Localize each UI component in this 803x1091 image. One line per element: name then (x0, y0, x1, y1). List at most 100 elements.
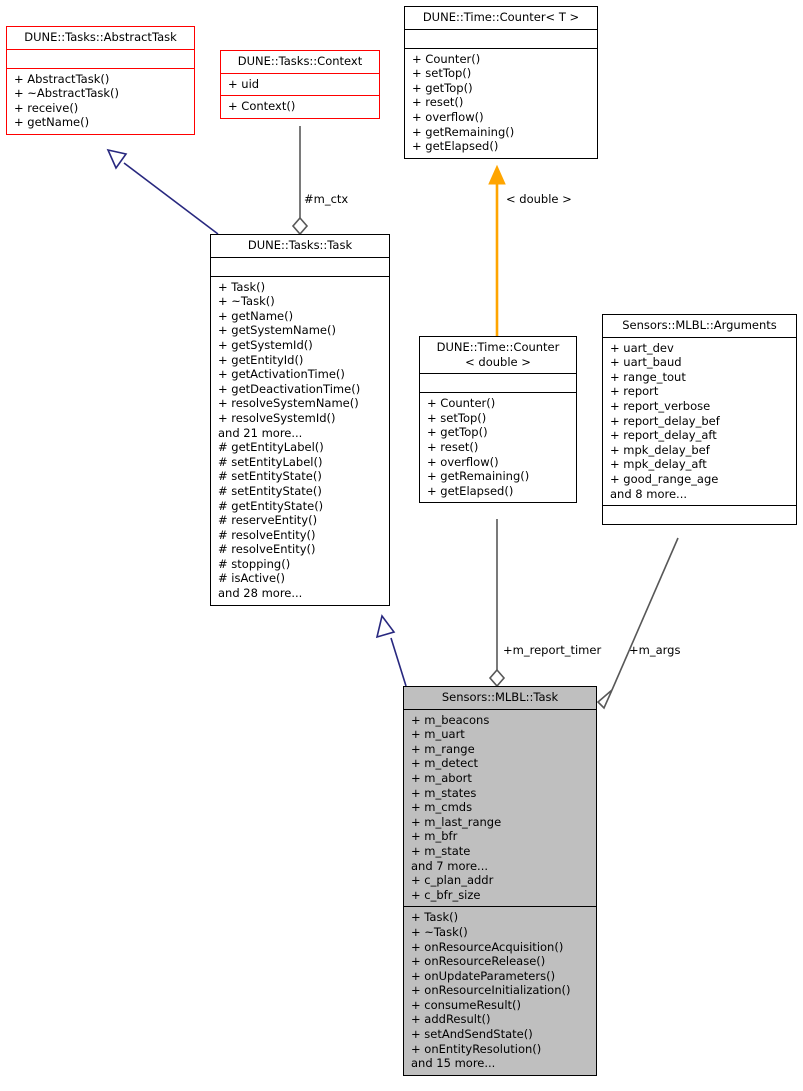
class-operations-context: + Context() (221, 96, 379, 118)
class-member: + m_cmds (411, 800, 473, 815)
class-box-abstract-task[interactable]: DUNE::Tasks::AbstractTask + AbstractTask… (6, 26, 195, 135)
class-member: + good_range_age (610, 471, 719, 486)
class-member: + onResourceAcquisition() (411, 939, 564, 954)
edge-label-m-args: +m_args (629, 643, 681, 657)
class-member: + m_states (411, 785, 477, 800)
class-title-mlbl-arguments: Sensors::MLBL::Arguments (622, 318, 777, 332)
class-member: + uid (228, 76, 260, 91)
class-member: # getEntityState() (218, 498, 324, 513)
class-member: + c_bfr_size (411, 887, 481, 902)
class-member: + overflow() (412, 109, 484, 124)
aggregation-edge-m-report-timer (488, 519, 506, 688)
class-member: + getSystemName() (218, 323, 336, 338)
class-member: # setEntityState() (218, 483, 322, 498)
class-member: + Task() (218, 279, 266, 294)
class-box-mlbl-task[interactable]: Sensors::MLBL::Task + m_beacons + m_uart… (403, 686, 597, 1076)
class-member: # getEntityLabel() (218, 440, 324, 455)
class-member: + getName() (14, 115, 90, 130)
class-member: + c_plan_addr (411, 873, 494, 888)
class-member: + mpk_delay_bef (610, 442, 710, 457)
class-member: + setAndSendState() (411, 1027, 533, 1042)
class-box-context[interactable]: DUNE::Tasks::Context + uid + Context() (220, 50, 380, 119)
class-member: + setTop() (412, 66, 472, 81)
class-member: + getDeactivationTime() (218, 381, 361, 396)
class-operations-tasks-task: + Task() + ~Task() + getName() + getSyst… (211, 277, 389, 605)
class-attributes-mlbl-task: + m_beacons + m_uart + m_range + m_detec… (404, 710, 596, 907)
class-member: + ~AbstractTask() (14, 86, 119, 101)
class-member: + uart_baud (610, 355, 682, 370)
class-attributes-counter-t (405, 30, 597, 48)
class-member: + m_detect (411, 756, 479, 771)
class-member: + m_uart (411, 727, 465, 742)
class-operations-abstract-task: + AbstractTask() + ~AbstractTask() + rec… (7, 69, 194, 134)
class-member: + onUpdateParameters() (411, 968, 556, 983)
class-title-abstract-task: DUNE::Tasks::AbstractTask (24, 30, 177, 44)
class-member: + onResourceRelease() (411, 954, 546, 969)
class-member: # reserveEntity() (218, 513, 318, 528)
class-member: + addResult() (411, 1012, 491, 1027)
aggregation-edge-m-args (596, 537, 679, 710)
class-member: + AbstractTask() (14, 71, 110, 86)
class-member: + getRemaining() (412, 124, 515, 139)
class-member: + resolveSystemName() (218, 396, 359, 411)
uml-class-diagram: DUNE::Tasks::AbstractTask + AbstractTask… (0, 0, 803, 1091)
class-member: + Counter() (412, 51, 481, 66)
class-title-tasks-task: DUNE::Tasks::Task (247, 238, 353, 252)
class-member: + receive() (14, 100, 79, 115)
class-member: + Context() (228, 99, 296, 114)
class-member: # setEntityState() (218, 469, 322, 484)
class-member: + ~Task() (411, 924, 468, 939)
class-operations-counter-double: + Counter() + setTop() + getTop() + rese… (420, 393, 576, 502)
aggregation-edge-m-ctx (291, 126, 309, 236)
class-member: + m_last_range (411, 814, 502, 829)
class-member: # setEntityLabel() (218, 454, 323, 469)
class-member: + resolveSystemId() (218, 410, 336, 425)
class-box-counter-double[interactable]: DUNE::Time::Counter < double > + Counter… (419, 336, 577, 504)
class-member: + setTop() (427, 410, 487, 425)
inheritance-edge-mlbltask-task (375, 614, 407, 687)
class-member: + uart_dev (610, 340, 674, 355)
class-member: + getEntityId() (218, 352, 304, 367)
class-member: and 21 more... (218, 425, 303, 440)
class-member: + consumeResult() (411, 997, 522, 1012)
class-member: + Task() (411, 910, 459, 925)
class-box-mlbl-arguments[interactable]: Sensors::MLBL::Arguments + uart_dev + ua… (602, 314, 797, 526)
class-member: + reset() (412, 95, 464, 110)
class-title-mlbl-task: Sensors::MLBL::Task (441, 690, 559, 704)
class-box-counter-t[interactable]: DUNE::Time::Counter< T > + Counter() + s… (404, 6, 598, 159)
class-member: and 28 more... (218, 586, 303, 601)
class-box-tasks-task[interactable]: DUNE::Tasks::Task + Task() + ~Task() + g… (210, 234, 390, 606)
class-member: # isActive() (218, 571, 286, 586)
class-title-counter-t: DUNE::Time::Counter< T > (422, 10, 580, 24)
class-member: + range_tout (610, 369, 686, 384)
class-member: and 7 more... (411, 858, 489, 873)
class-member: + getTop() (412, 80, 473, 95)
class-member: + onEntityResolution() (411, 1041, 542, 1056)
class-attributes-counter-double (420, 374, 576, 392)
class-attributes-abstract-task (7, 50, 194, 68)
class-member: # resolveEntity() (218, 542, 316, 557)
class-operations-counter-t: + Counter() + setTop() + getTop() + rese… (405, 49, 597, 158)
class-title-context: DUNE::Tasks::Context (237, 54, 363, 68)
relationship-edges (106, 126, 679, 710)
class-attributes-mlbl-arguments: + uart_dev + uart_baud + range_tout + re… (603, 338, 796, 506)
class-member: + report (610, 384, 659, 399)
class-member: + getRemaining() (427, 469, 530, 484)
class-member: + ~Task() (218, 294, 275, 309)
class-member: + getElapsed() (412, 139, 499, 154)
class-member: + Counter() (427, 396, 496, 411)
class-member: + getActivationTime() (218, 367, 345, 382)
class-member: + m_range (411, 741, 475, 756)
class-member: and 15 more... (411, 1056, 496, 1071)
class-member: + getTop() (427, 425, 488, 440)
class-member: + report_delay_aft (610, 428, 717, 443)
class-operations-mlbl-arguments (603, 506, 796, 524)
class-operations-mlbl-task: + Task() + ~Task() + onResourceAcquisiti… (404, 907, 596, 1075)
class-member: + overflow() (427, 454, 499, 469)
class-member: + getSystemId() (218, 337, 313, 352)
class-member: + m_state (411, 843, 471, 858)
class-attributes-tasks-task (211, 258, 389, 276)
class-member: # resolveEntity() (218, 527, 316, 542)
class-member: # stopping() (218, 556, 291, 571)
edge-label-m-report-timer: +m_report_timer (503, 643, 602, 657)
